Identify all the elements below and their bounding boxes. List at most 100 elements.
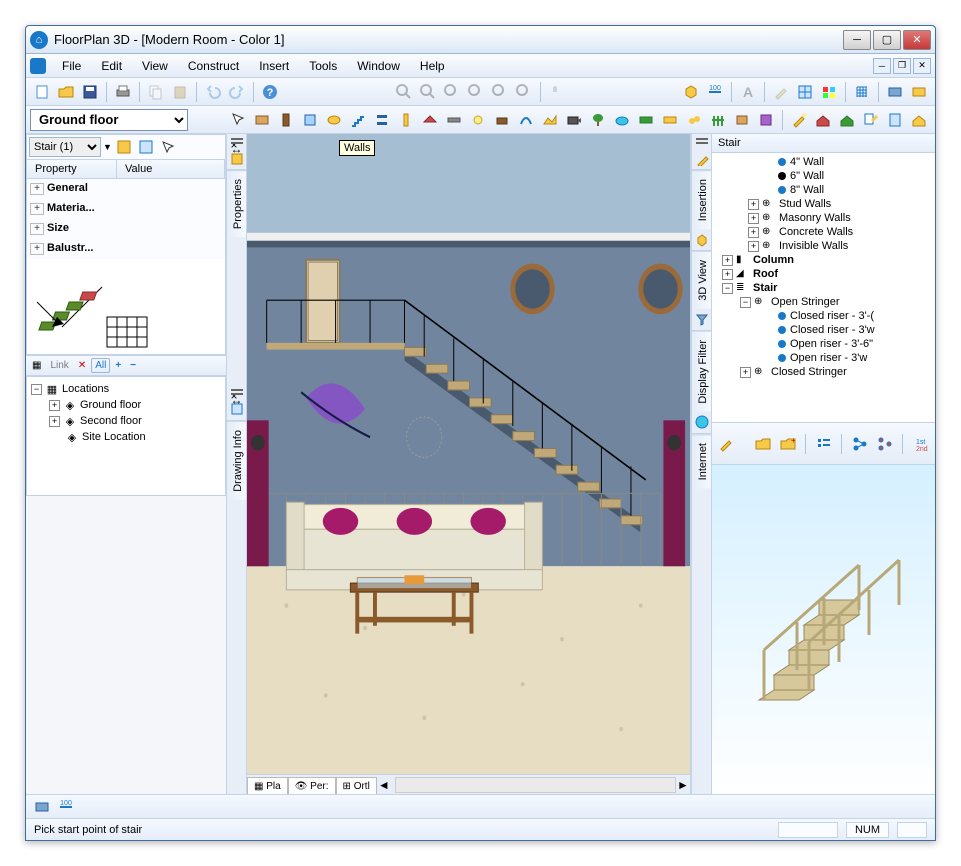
tree-site-location[interactable]: Site Location xyxy=(82,431,146,443)
pencil-button[interactable] xyxy=(770,81,792,103)
mdi-restore[interactable]: ❐ xyxy=(893,58,911,74)
stair-open-2[interactable]: Open riser - 3'w xyxy=(790,352,867,364)
opening-tool[interactable] xyxy=(323,109,345,131)
slab-tool[interactable] xyxy=(443,109,465,131)
properties-tab[interactable]: Properties xyxy=(227,170,246,237)
stair-closed-2[interactable]: Closed riser - 3'w xyxy=(790,324,875,336)
prop-header-property[interactable]: Property xyxy=(27,160,117,178)
tool-a-button[interactable] xyxy=(884,81,906,103)
column-tool[interactable] xyxy=(371,109,393,131)
light-tool[interactable] xyxy=(467,109,489,131)
edit-button[interactable] xyxy=(860,109,882,131)
window-tool[interactable] xyxy=(299,109,321,131)
zoom-previous-button[interactable] xyxy=(489,81,511,103)
bottom-btn-1[interactable] xyxy=(31,796,53,818)
tab-scroll-right[interactable]: ► xyxy=(676,778,690,792)
section-column[interactable]: Column xyxy=(753,254,794,266)
link-filter-icon[interactable]: ▦ xyxy=(28,358,45,373)
concrete-walls[interactable]: Concrete Walls xyxy=(779,226,853,238)
text-button[interactable]: A xyxy=(737,81,759,103)
lib-btn-tree2[interactable] xyxy=(874,433,895,455)
stair-tool[interactable] xyxy=(347,109,369,131)
app-menu-icon[interactable] xyxy=(30,58,46,74)
wizard-button[interactable] xyxy=(788,109,810,131)
tab-perspective[interactable]: 👁 Per: xyxy=(288,777,336,795)
invisible-walls[interactable]: Invisible Walls xyxy=(779,240,848,252)
roof-tool[interactable] xyxy=(419,109,441,131)
mdi-close[interactable]: ✕ xyxy=(913,58,931,74)
properties-tab-icon[interactable] xyxy=(227,148,246,170)
prop-balustrade[interactable]: +Balustr... xyxy=(27,239,225,259)
lib-btn-tree1[interactable] xyxy=(849,433,870,455)
pan-button[interactable] xyxy=(513,81,535,103)
house2-button[interactable] xyxy=(836,109,858,131)
internet-tab-icon[interactable] xyxy=(692,412,711,434)
undo-button[interactable] xyxy=(202,81,224,103)
tab-ortho[interactable]: ⊞ Ortl xyxy=(336,777,377,795)
pool-tool[interactable] xyxy=(611,109,633,131)
menu-construct[interactable]: Construct xyxy=(178,56,249,76)
menu-tools[interactable]: Tools xyxy=(299,56,347,76)
maximize-button[interactable]: ▢ xyxy=(873,30,901,50)
filter-tab-icon[interactable] xyxy=(692,309,711,331)
lib-btn-folder1[interactable] xyxy=(752,433,773,455)
viewport-scrollbar-h[interactable] xyxy=(395,777,676,793)
floor-selector[interactable]: Ground floor xyxy=(30,109,188,131)
3dview-tab[interactable]: 3D View xyxy=(692,251,711,309)
panel-grip-r1[interactable] xyxy=(692,134,711,148)
link-remove-button[interactable]: − xyxy=(126,358,140,373)
menu-edit[interactable]: Edit xyxy=(91,56,132,76)
menu-window[interactable]: Window xyxy=(347,56,410,76)
link-all-button[interactable]: All xyxy=(91,358,110,373)
panel-grip[interactable]: ×↔ xyxy=(227,134,246,148)
drawing-info-tab-icon[interactable] xyxy=(227,399,246,421)
insertion-tab-icon[interactable] xyxy=(692,148,711,170)
minimize-button[interactable]: ─ xyxy=(843,30,871,50)
hedge-tool[interactable] xyxy=(635,109,657,131)
stone-tool[interactable] xyxy=(683,109,705,131)
menu-help[interactable]: Help xyxy=(410,56,455,76)
tree-root-locations[interactable]: Locations xyxy=(62,383,109,395)
prop-material[interactable]: +Materia... xyxy=(27,199,225,219)
lib-btn-list[interactable] xyxy=(813,433,834,455)
gate-tool[interactable] xyxy=(731,109,753,131)
furniture-tool[interactable] xyxy=(491,109,513,131)
table-button[interactable] xyxy=(794,81,816,103)
insertion-tab[interactable]: Insertion xyxy=(692,170,711,229)
library-tree[interactable]: 4" Wall 6" Wall 8" Wall +⊕Stud Walls +⊕M… xyxy=(712,153,935,423)
select-tool[interactable] xyxy=(227,109,249,131)
plant-tool[interactable] xyxy=(587,109,609,131)
mdi-minimize[interactable]: ─ xyxy=(873,58,891,74)
menu-view[interactable]: View xyxy=(132,56,178,76)
zoom-out-button[interactable] xyxy=(417,81,439,103)
menu-insert[interactable]: Insert xyxy=(249,56,299,76)
3dview-tab-icon[interactable] xyxy=(692,229,711,251)
fence-tool[interactable] xyxy=(707,109,729,131)
tool-b-button[interactable] xyxy=(908,81,930,103)
path-tool[interactable] xyxy=(515,109,537,131)
stud-walls[interactable]: Stud Walls xyxy=(779,198,831,210)
zoom-window-button[interactable] xyxy=(441,81,463,103)
dimension-button[interactable]: 100 xyxy=(704,81,726,103)
redo-button[interactable] xyxy=(226,81,248,103)
locations-tree[interactable]: −▦Locations +◈Ground floor +◈Second floo… xyxy=(26,376,226,496)
section-stair[interactable]: Stair xyxy=(753,282,777,294)
tab-plan[interactable]: ▦ Pla xyxy=(247,777,288,795)
masonry-walls[interactable]: Masonry Walls xyxy=(779,212,851,224)
prop-size[interactable]: +Size xyxy=(27,219,225,239)
wall-tool[interactable] xyxy=(251,109,273,131)
grid-button[interactable] xyxy=(851,81,873,103)
prop-btn-1[interactable] xyxy=(115,138,133,156)
house3-button[interactable] xyxy=(908,109,930,131)
lib-btn-wizard[interactable] xyxy=(716,433,737,455)
terrain-tool[interactable] xyxy=(539,109,561,131)
save-button[interactable] xyxy=(79,81,101,103)
road-tool[interactable] xyxy=(659,109,681,131)
house-button[interactable] xyxy=(812,109,834,131)
closed-stringer[interactable]: Closed Stringer xyxy=(771,366,847,378)
stair-open-1[interactable]: Open riser - 3'-6" xyxy=(790,338,873,350)
copy-button[interactable] xyxy=(145,81,167,103)
hand-button[interactable] xyxy=(546,81,568,103)
open-stringer[interactable]: Open Stringer xyxy=(771,296,839,308)
misc-tool[interactable] xyxy=(755,109,777,131)
